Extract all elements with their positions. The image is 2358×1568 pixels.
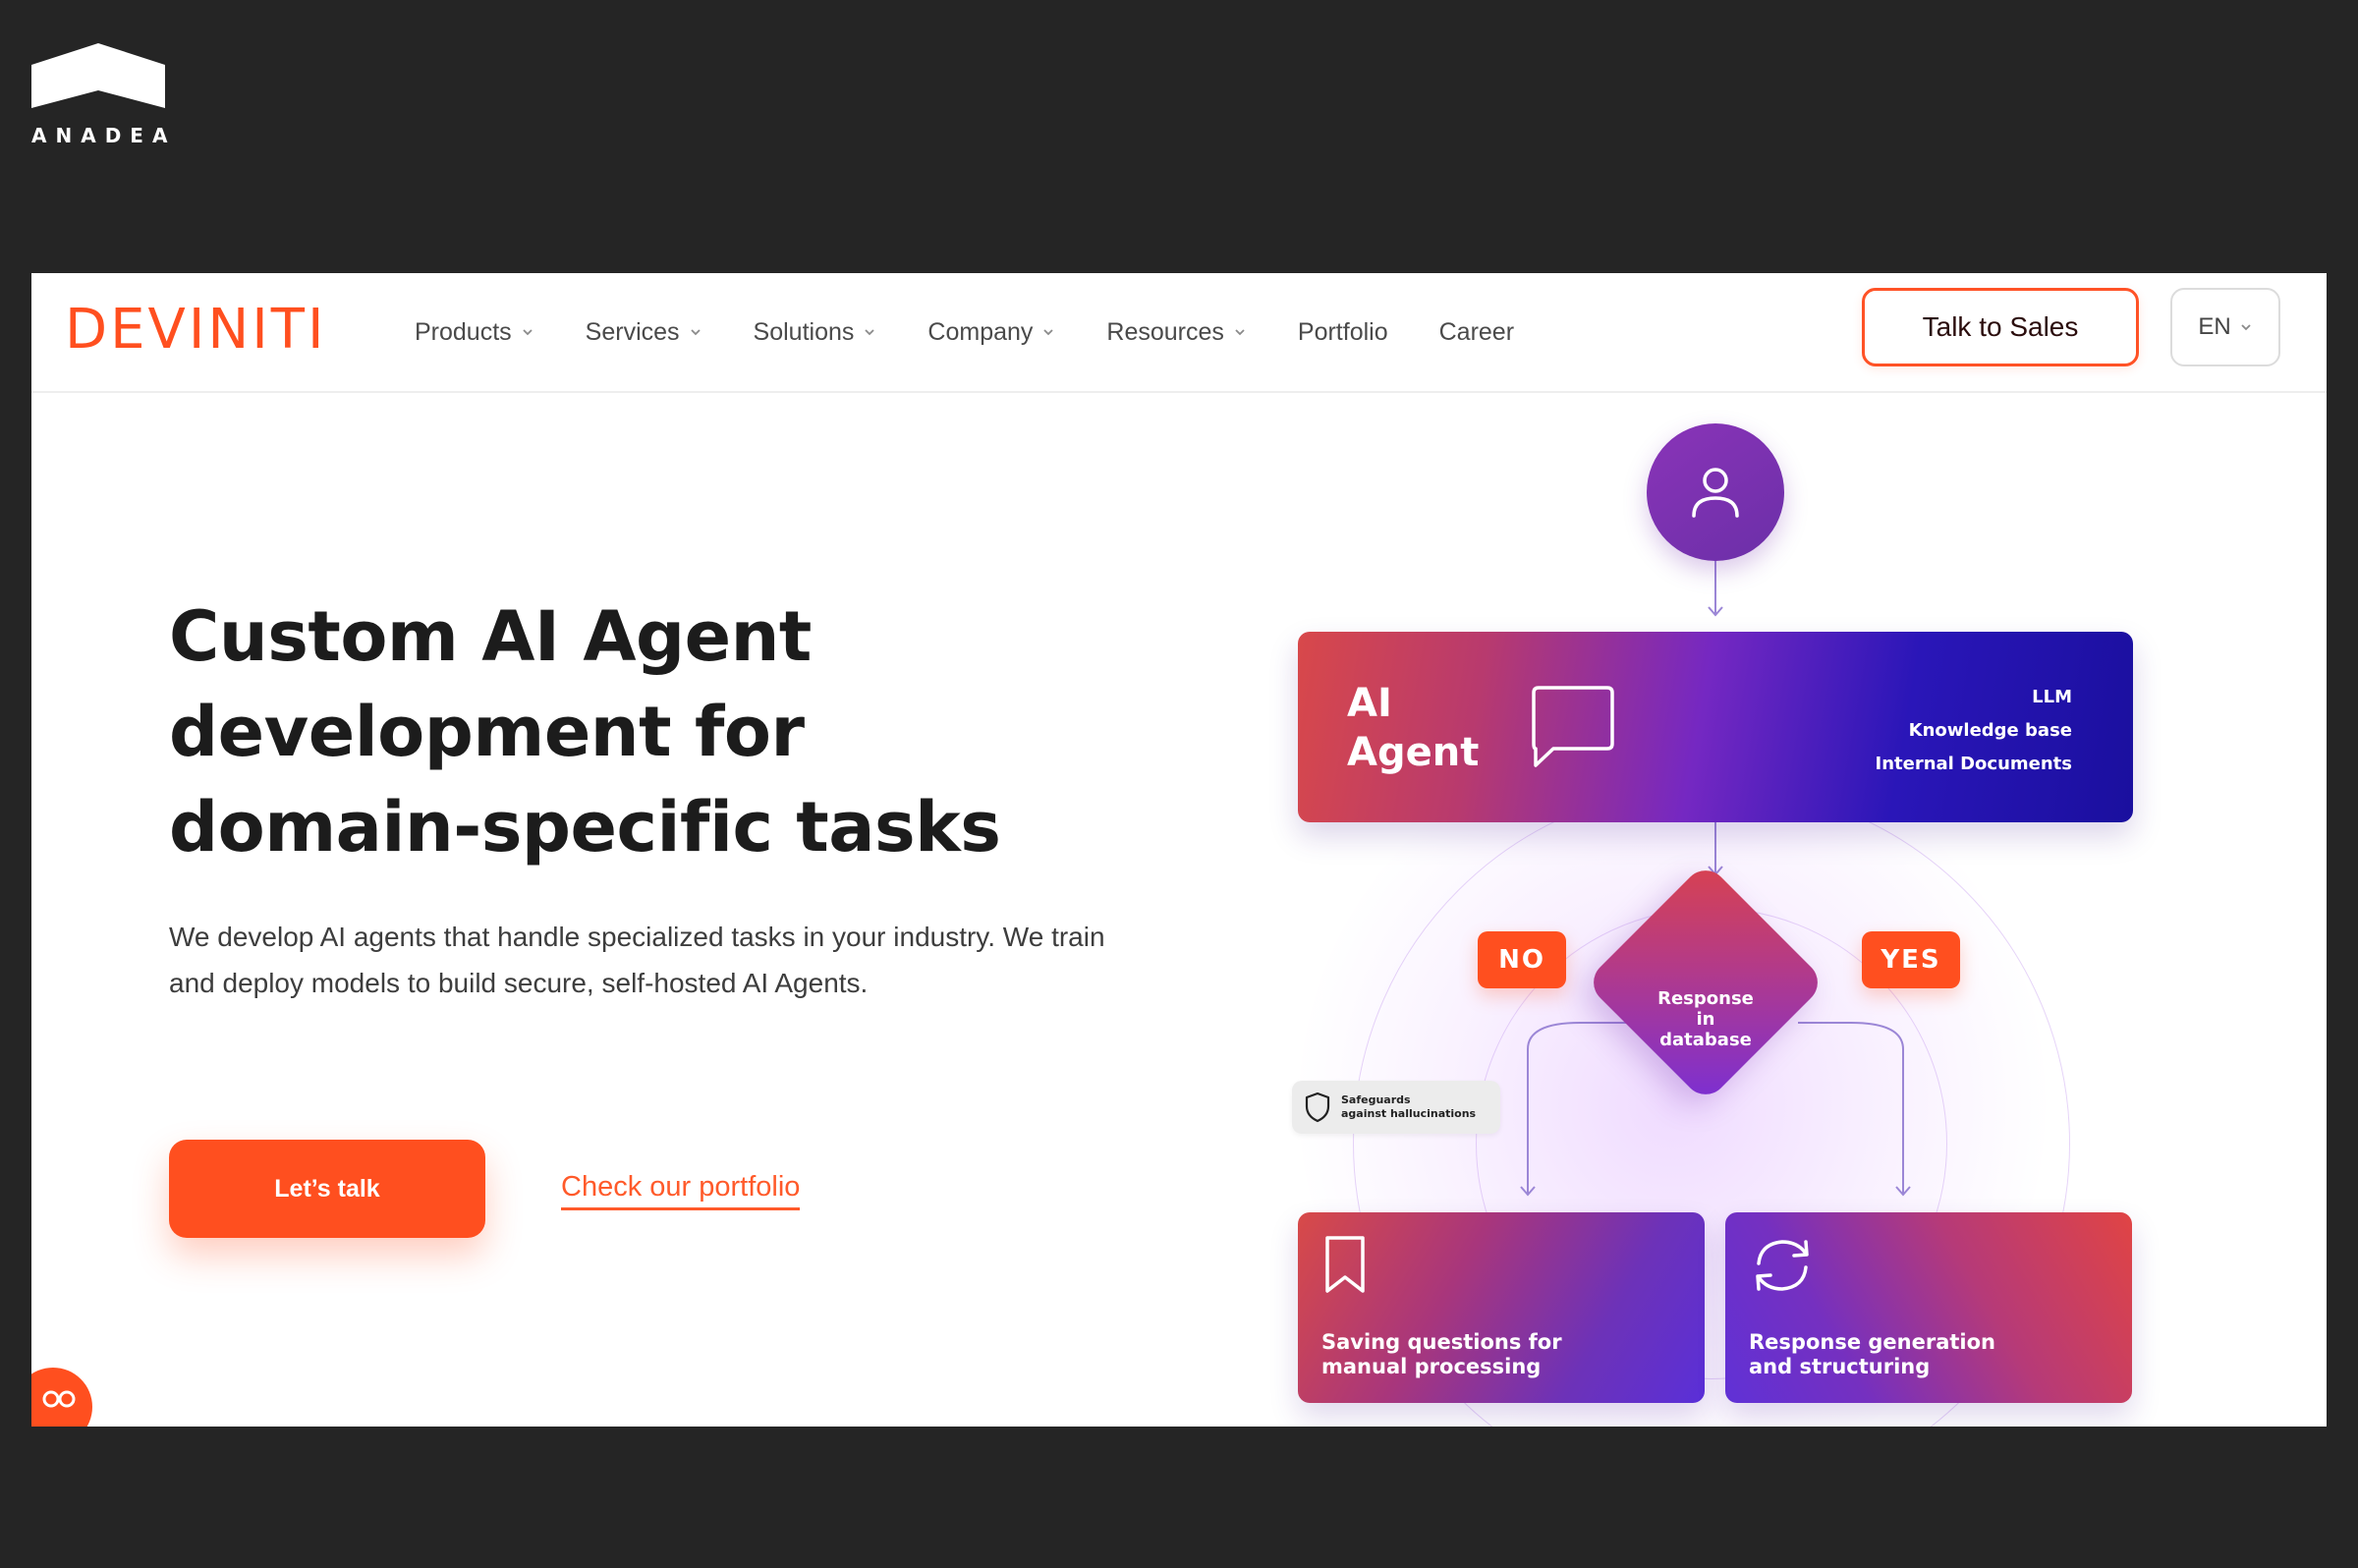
safeguards-text: Safeguards against hallucinations [1341,1093,1476,1121]
safeguards-line: against hallucinations [1341,1107,1477,1120]
bookmark-icon [1325,1236,1365,1293]
source-item: Knowledge base [1908,720,2072,741]
result-card-line: manual processing [1321,1355,1542,1378]
source-item: LLM [2032,687,2072,707]
shield-icon [1305,1092,1330,1123]
decision-label: Response in database [1637,988,1774,1050]
user-icon [1692,468,1739,518]
chat-widget-icon [42,1390,76,1408]
ai-agent-sources: LLM Knowledge base Internal Documents [1876,681,2073,781]
chat-bubble-icon [1532,686,1614,767]
anadea-logo: ANADEA [31,43,169,147]
decision-label-line: in [1696,1009,1715,1030]
anadea-wordmark: ANADEA [31,124,177,147]
user-node [1647,423,1784,561]
no-branch-label: NO [1478,931,1566,988]
result-card-text: Saving questions for manual processing [1321,1330,1562,1379]
result-card-text: Response generation and structuring [1749,1330,1995,1379]
anadea-logo-icon [31,43,165,108]
result-card-manual-processing: Saving questions for manual processing [1298,1212,1705,1403]
ai-agent-flow-diagram: AI Agent LLM Knowledge base Internal Doc… [31,273,2327,1427]
website-viewport: DEVINITI Products Services Solutions Com… [31,273,2327,1427]
ai-agent-title-line: Agent [1347,730,1480,775]
ai-agent-title-line: AI [1347,681,1392,726]
result-card-line: and structuring [1749,1355,1931,1378]
decision-label-line: database [1659,1030,1752,1050]
decision-label-line: Response [1657,988,1754,1009]
source-item: Internal Documents [1875,754,2073,774]
refresh-icon [1756,1240,1809,1291]
ai-agent-card: AI Agent LLM Knowledge base Internal Doc… [1298,632,2133,822]
safeguards-badge: Safeguards against hallucinations [1292,1081,1500,1134]
result-card-line: Response generation [1749,1330,1995,1354]
safeguards-line: Safeguards [1341,1093,1411,1106]
ai-agent-title: AI Agent [1347,679,1479,777]
result-card-response-generation: Response generation and structuring [1725,1212,2132,1403]
result-card-line: Saving questions for [1321,1330,1562,1354]
yes-branch-label: YES [1862,931,1960,988]
